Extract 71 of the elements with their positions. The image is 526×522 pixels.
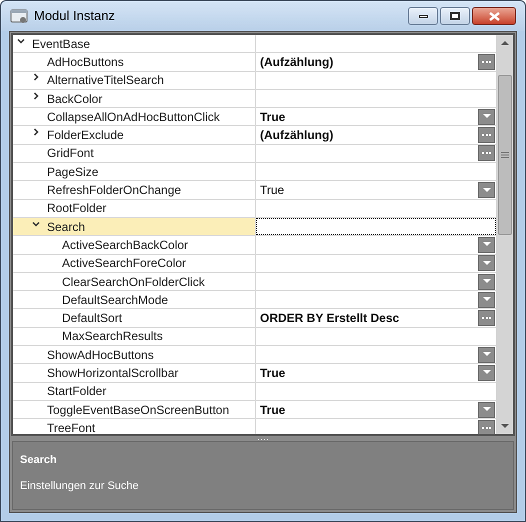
property-name: EventBase (32, 36, 90, 51)
property-value: True (259, 182, 284, 200)
caret-down-icon (482, 352, 490, 358)
caret-down-icon (482, 260, 490, 266)
minimize-button[interactable] (408, 7, 438, 25)
property-name: AdHocButtons (47, 54, 124, 69)
dropdown-button[interactable] (478, 236, 495, 253)
property-name: TreeFont (47, 420, 96, 434)
property-name: RootFolder (47, 201, 106, 216)
ellipsis-button[interactable] (478, 127, 495, 144)
property-name: Search (47, 220, 86, 234)
dropdown-button[interactable] (478, 292, 495, 308)
description-title: Search (20, 453, 58, 468)
focused-value-cell[interactable] (256, 218, 496, 236)
property-value: (Aufzählung) (259, 127, 334, 144)
property-name: ClearSearchOnFolderClick (62, 274, 205, 289)
caret-down-icon (482, 279, 490, 284)
property-name-cell[interactable]: Search (13, 218, 256, 236)
property-name-cell[interactable]: StartFolder (13, 382, 256, 400)
dropdown-button[interactable] (478, 274, 495, 290)
chevron-down-icon[interactable] (17, 36, 25, 45)
property-name: ActiveSearchBackColor (62, 238, 188, 252)
maximize-button[interactable] (440, 7, 470, 25)
chevron-down-icon[interactable] (32, 220, 40, 228)
scrollbar[interactable] (496, 35, 513, 434)
ellipsis-button[interactable] (478, 420, 495, 434)
property-value: True (259, 108, 286, 126)
property-name: DefaultSort (62, 311, 122, 326)
chevron-right-icon[interactable] (32, 92, 40, 100)
property-name: BackColor (47, 92, 102, 106)
dropdown-button[interactable] (478, 182, 495, 198)
property-name: StartFolder (47, 384, 106, 398)
property-name: AlternativeTitelSearch (47, 73, 164, 88)
dropdown-button[interactable] (478, 346, 495, 363)
window-gear-icon (10, 8, 28, 24)
caret-down-icon (482, 188, 490, 193)
chevron-right-icon[interactable] (32, 73, 40, 82)
caret-down-icon (482, 114, 490, 120)
ellipsis-button[interactable] (478, 310, 495, 326)
caret-down-icon (482, 370, 490, 376)
grip-icon (500, 152, 508, 158)
chevron-right-icon[interactable] (32, 128, 40, 136)
caret-down-icon (482, 407, 490, 412)
property-name-cell[interactable]: AlternativeTitelSearch (13, 72, 256, 89)
property-value: ORDER BY Erstellt Desc (259, 310, 400, 328)
property-name: ShowAdHocButtons (47, 348, 154, 362)
property-name: ShowHorizontalScrollbar (47, 366, 178, 380)
ellipsis-button[interactable] (478, 145, 495, 162)
dropdown-button[interactable] (478, 402, 495, 418)
dropdown-button[interactable] (478, 364, 495, 381)
property-value: True (259, 365, 286, 382)
window-title: Modul Instanz (34, 7, 116, 26)
caret-down-icon (482, 242, 490, 248)
property-name: RefreshFolderOnChange (47, 183, 182, 198)
description-text: Einstellungen zur Suche (20, 478, 140, 494)
ellipsis-button[interactable] (478, 54, 495, 70)
property-value: True (259, 402, 286, 419)
caret-down-icon (482, 297, 490, 302)
property-name: PageSize (47, 164, 98, 179)
property-name: FolderExclude (47, 128, 124, 142)
property-value: (Aufzählung) (259, 54, 334, 71)
property-name: GridFont (47, 146, 94, 160)
property-name: DefaultSearchMode (62, 292, 168, 307)
close-icon (488, 12, 500, 20)
property-name: ToggleEventBaseOnScreenButton (47, 402, 230, 417)
property-name: MaxSearchResults (62, 329, 163, 344)
close-button[interactable] (472, 7, 516, 25)
dropdown-button[interactable] (478, 255, 495, 272)
dropdown-button[interactable] (478, 108, 495, 125)
property-name: ActiveSearchForeColor (62, 256, 186, 270)
property-name: CollapseAllOnAdHocButtonClick (47, 110, 220, 124)
